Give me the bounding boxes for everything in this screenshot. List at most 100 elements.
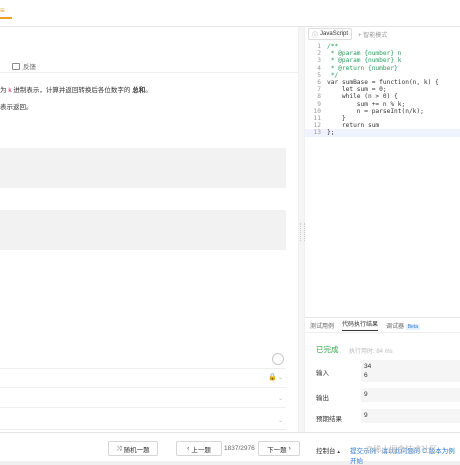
code-text: return sum [327, 122, 380, 130]
feedback-icon [12, 62, 20, 70]
language-label: JavaScript [320, 31, 349, 37]
lock-icon: 🔒 [268, 374, 277, 381]
input-value-2: 6 [364, 372, 368, 379]
output-value-box: 9 [361, 388, 460, 402]
desc-text: 为 [0, 87, 7, 94]
shuffle-icon: ⤨ [116, 444, 122, 452]
caret-up-icon: ▴ [337, 449, 340, 455]
divider [0, 387, 286, 388]
problem-description: 为 k 进制表示，计算并返回转换后各位数字的 总和。 [0, 84, 152, 94]
next-question-button[interactable]: 下一题 › [258, 441, 300, 456]
divider [0, 429, 286, 430]
input-value-1: 34 [364, 363, 372, 370]
chevron-down-icon[interactable]: ⌄ [278, 374, 283, 381]
code-text: let sum = 0; [327, 86, 387, 94]
code-line[interactable]: 4 * @return {number} [305, 65, 460, 72]
code-line[interactable]: 9 sum += n % k; [305, 101, 460, 108]
code-line[interactable]: 11 } [305, 115, 460, 122]
chevron-down-icon[interactable]: ⌄ [278, 417, 283, 424]
code-lines[interactable]: 1/** 2 * @param {number} n3 * @param {num… [305, 43, 460, 137]
status-text: 已完成 [316, 345, 339, 354]
code-line[interactable]: 7 let sum = 0; [305, 86, 460, 93]
example-box-2 [0, 210, 286, 250]
top-bar: ≡ [0, 0, 460, 27]
code-text: * @return {number} [327, 64, 398, 72]
panel-resize-handle[interactable] [299, 27, 305, 432]
hint-icon[interactable] [272, 353, 284, 365]
chevron-down-icon[interactable]: ⌄ [278, 395, 283, 402]
problem-panel: 反馈 为 k 进制表示，计算并返回转换后各位数字的 总和。 表示返回。 🔒 ⌄ … [0, 27, 298, 432]
divider [0, 407, 286, 408]
desc-end: 。 [145, 87, 152, 94]
random-label: 随机一题 [123, 446, 150, 454]
language-select[interactable]: ⓘ JavaScript [308, 28, 353, 40]
code-text: /** [327, 43, 339, 50]
watermark: @稀土掘金技术社区 [365, 445, 438, 454]
menu-icon[interactable]: ≡ [0, 6, 12, 19]
line-number: 11 [313, 115, 321, 123]
chevron-left-icon: ‹ [187, 445, 190, 452]
smart-mode-label: 智能模式 [363, 32, 388, 39]
tab-debugger[interactable]: 调试器 Beta [386, 321, 421, 330]
input-label: 输入 [316, 370, 329, 377]
line-number: 1 [317, 43, 321, 50]
desc-text-mid: 进制表示，计算并返回转换后各位数字的 [13, 87, 131, 94]
code-line[interactable]: 10 n = parseInt(n/k); [305, 108, 460, 115]
code-text: * @param {number} k [327, 57, 402, 65]
line-number: 3 [317, 57, 321, 65]
page-indicator: 1837/2976 [224, 445, 255, 452]
expected-label: 预期结果 [316, 416, 342, 423]
expected-value-box: 9 [361, 409, 460, 423]
feedback-button[interactable]: 反馈 [12, 61, 36, 71]
result-panel: 测试用例 代码执行结果 调试器 Beta 已完成 执行用时: 84 ms 输入 … [305, 317, 460, 433]
line-number: 2 [317, 50, 321, 58]
desc-bold: 总和 [132, 87, 146, 94]
code-line[interactable]: 1 /** [305, 43, 460, 50]
code-text: */ [327, 71, 339, 79]
prev-label: 上一题 [191, 446, 211, 454]
code-line[interactable]: 5 */ [305, 72, 460, 79]
desc-var: k [8, 87, 12, 94]
smart-mode-toggle[interactable]: + 智能模式 [358, 30, 387, 39]
example-box-1 [0, 148, 286, 188]
input-value-box: 34 6 [361, 360, 460, 382]
divider [0, 72, 298, 73]
code-line[interactable]: 3 * @param {number} k [305, 57, 460, 64]
tab-testcase[interactable]: 测试用例 [310, 321, 334, 330]
line-number: 6 [317, 79, 321, 87]
result-tabs: 测试用例 代码执行结果 调试器 Beta [305, 318, 460, 333]
line-number: 8 [317, 93, 321, 101]
line-number: 4 [317, 64, 321, 72]
info-icon: ⓘ [312, 32, 319, 39]
line-number: 9 [317, 100, 321, 108]
line-number: 5 [317, 71, 321, 79]
code-text: * @param {number} n [327, 50, 402, 58]
prev-question-button[interactable]: ‹ 上一题 [176, 441, 222, 456]
feedback-label: 反馈 [23, 64, 36, 71]
random-question-button[interactable]: ⤨ 随机一题 [108, 441, 158, 456]
tab-debugger-label: 调试器 [386, 323, 405, 330]
line-number: 10 [313, 107, 321, 115]
code-text: sum += n % k; [327, 100, 406, 108]
output-label: 输出 [316, 395, 329, 402]
runtime-text: 执行用时: 84 ms [349, 349, 393, 355]
code-line[interactable]: 13}; [305, 129, 460, 137]
code-line[interactable]: 8 while (n > 0) { [305, 93, 460, 100]
chevron-right-icon: › [288, 445, 291, 452]
code-text: var sumBase = function(n, k) { [327, 79, 439, 87]
code-text: } [327, 115, 346, 123]
code-line[interactable]: 2 * @param {number} n [305, 50, 460, 57]
tab-result[interactable]: 代码执行结果 [342, 319, 379, 331]
line-number: 12 [313, 122, 321, 130]
next-label: 下一题 [267, 446, 287, 454]
code-editor[interactable]: ⓘ JavaScript + 智能模式 1/** 2 * @param {numb… [305, 27, 460, 317]
problem-description-2: 表示返回。 [0, 104, 33, 111]
code-text: n = parseInt(n/k); [327, 107, 424, 115]
beta-badge: Beta [405, 323, 421, 330]
console-button[interactable]: 控制台 ▴ [316, 445, 340, 455]
code-line[interactable]: 12 return sum [305, 122, 460, 129]
code-line[interactable]: 6 var sumBase = function(n, k) { [305, 79, 460, 86]
code-text: }; [327, 129, 335, 137]
editor-toolbar: ⓘ JavaScript + 智能模式 [305, 27, 460, 41]
line-number: 13 [313, 129, 321, 137]
